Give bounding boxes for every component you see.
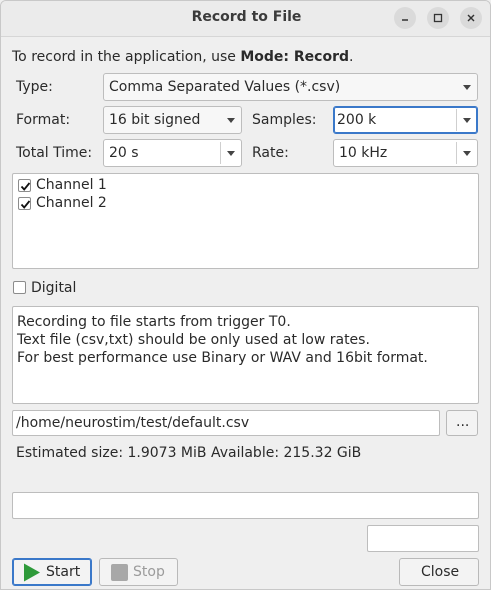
stop-label: Stop [133, 564, 165, 580]
status-field [367, 525, 479, 552]
record-to-file-dialog: Record to File To record in the applicat… [0, 0, 491, 590]
samples-divider [456, 109, 457, 131]
channel-2-label: Channel 2 [36, 195, 107, 211]
rate-label: Rate: [252, 145, 289, 161]
file-path-value: /home/neurostim/test/default.csv [16, 415, 250, 431]
close-button[interactable]: Close [399, 558, 479, 586]
info-line-2: Text file (csv,txt) should be only used … [17, 332, 370, 348]
browse-label: ... [456, 414, 470, 430]
samples-value[interactable]: 200 k [337, 112, 376, 128]
channel-list: Channel 1 Channel 2 [12, 173, 479, 269]
estimate-text: Estimated size: 1.9073 MiB Available: 21… [16, 445, 362, 461]
channel-1-label: Channel 1 [36, 177, 107, 193]
total-time-value[interactable]: 20 s [109, 145, 139, 161]
file-path-input[interactable]: /home/neurostim/test/default.csv [12, 410, 440, 436]
samples-combo[interactable]: 200 k [333, 106, 478, 134]
format-select[interactable]: 16 bit signed [103, 106, 242, 134]
info-line-3: For best performance use Binary or WAV a… [17, 350, 428, 366]
window-title: Record to File [191, 9, 302, 25]
intro-prefix: To record in the application, use [12, 49, 241, 65]
samples-label: Samples: [252, 112, 317, 128]
digital-label: Digital [31, 280, 77, 296]
type-label: Type: [16, 79, 53, 95]
format-value: 16 bit signed [109, 112, 201, 128]
close-icon [467, 14, 475, 22]
stop-button[interactable]: Stop [99, 558, 178, 586]
format-label: Format: [16, 112, 71, 128]
rate-combo[interactable]: 10 kHz [333, 139, 478, 167]
chevron-down-icon [227, 118, 235, 123]
channel-1-checkbox[interactable] [18, 179, 31, 192]
title-bar: Record to File [1, 1, 490, 37]
start-button[interactable]: Start [12, 558, 92, 586]
intro-text: To record in the application, use Mode: … [12, 49, 353, 65]
channel-2-checkbox[interactable] [18, 197, 31, 210]
total-time-combo[interactable]: 20 s [103, 139, 242, 167]
channel-item-2[interactable]: Channel 2 [17, 195, 217, 213]
total-time-label: Total Time: [16, 145, 93, 161]
start-label: Start [46, 564, 81, 580]
minimize-button[interactable] [394, 7, 416, 29]
check-icon [20, 200, 31, 209]
chevron-down-icon [463, 85, 471, 90]
rate-value[interactable]: 10 kHz [339, 145, 387, 161]
browse-button[interactable]: ... [446, 410, 478, 436]
type-select[interactable]: Comma Separated Values (*.csv) [103, 73, 478, 101]
check-icon [20, 182, 31, 191]
play-icon [24, 563, 40, 582]
chevron-down-icon [227, 151, 235, 156]
total-time-divider [220, 142, 221, 164]
channel-item-1[interactable]: Channel 1 [17, 177, 217, 195]
close-window-button[interactable] [460, 7, 482, 29]
close-label: Close [421, 564, 460, 580]
info-text-box: Recording to file starts from trigger T0… [12, 306, 479, 404]
chevron-down-icon [463, 118, 471, 123]
intro-mode: Mode: Record [240, 49, 350, 65]
stop-icon [111, 564, 128, 581]
type-value: Comma Separated Values (*.csv) [109, 79, 341, 95]
maximize-button[interactable] [427, 7, 449, 29]
progress-field [12, 492, 479, 519]
maximize-icon [433, 13, 443, 23]
minimize-icon [402, 19, 408, 21]
rate-divider [456, 142, 457, 164]
chevron-down-icon [463, 151, 471, 156]
info-line-1: Recording to file starts from trigger T0… [17, 314, 291, 330]
intro-suffix: . [349, 49, 354, 65]
digital-checkbox[interactable] [13, 281, 26, 294]
